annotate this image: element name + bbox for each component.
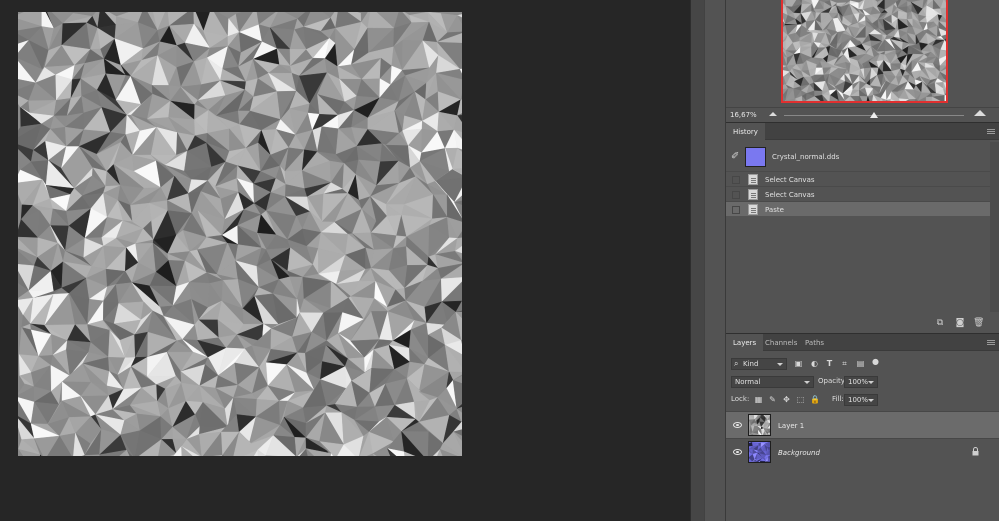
crystal-texture-image	[18, 12, 462, 456]
tab-paths[interactable]: Paths	[798, 334, 831, 352]
history-source-checkbox[interactable]	[732, 176, 740, 184]
history-source-checkbox[interactable]	[732, 206, 740, 214]
filter-pixel-icon[interactable]: ▣	[794, 359, 803, 368]
layer-blend-row: Normal Opacity: 100%	[726, 373, 999, 391]
fill-input[interactable]: 100%	[844, 394, 878, 406]
fill-label: Fill:	[832, 395, 844, 403]
filter-type-icon[interactable]: T	[825, 359, 834, 368]
filter-toggle-icon[interactable]: ●	[871, 357, 880, 366]
panel-separator	[690, 0, 704, 521]
eye-icon[interactable]	[733, 422, 742, 428]
layers-tabbar: Layers Channels Paths	[726, 333, 999, 352]
opacity-value: 100%	[848, 378, 869, 386]
history-state-icon	[748, 204, 758, 215]
lock-position-icon[interactable]: ✥	[782, 395, 791, 404]
layer-lock-row: Lock: ▦ ✎ ✥ ⬚ 🔒 Fill: 100%	[726, 391, 999, 409]
lock-label: Lock:	[731, 395, 750, 403]
lock-image-pixels-icon[interactable]: ✎	[768, 395, 777, 404]
collapsed-panel-dock[interactable]	[704, 0, 726, 521]
layer-name[interactable]: Layer 1	[778, 422, 804, 430]
history-step-label: Paste	[765, 206, 784, 214]
chevron-down-icon	[868, 381, 874, 384]
trash-icon[interactable]: 🗑	[973, 319, 984, 328]
search-icon: ⌕	[734, 359, 739, 368]
history-tabbar: History	[726, 122, 999, 141]
zoom-slider-thumb[interactable]	[870, 112, 878, 118]
snapshot-thumbnail	[745, 147, 766, 167]
layer-row-layer-1[interactable]: Layer 1	[726, 411, 999, 438]
layers-menu-icon[interactable]	[987, 340, 995, 345]
history-step[interactable]: Select Canvas	[726, 171, 990, 186]
layer-thumbnail	[748, 441, 771, 463]
history-footer: ⧉ ◙ 🗑	[726, 315, 999, 333]
snapshot-label: Crystal_normal.dds	[772, 153, 840, 161]
history-scrollbar[interactable]	[990, 142, 999, 312]
layer-row-background[interactable]: Background	[726, 438, 999, 465]
lock-artboard-icon[interactable]: ⬚	[796, 395, 805, 404]
zoom-out-icon[interactable]	[769, 112, 777, 116]
navigator-preview-image	[781, 0, 948, 103]
history-source-checkbox[interactable]	[732, 191, 740, 199]
tab-history[interactable]: History	[726, 123, 765, 141]
chevron-down-icon	[804, 381, 810, 384]
history-state-icon	[748, 189, 758, 200]
blend-mode-value: Normal	[735, 378, 761, 386]
right-panel-stack: 16,67% History ✐ Crystal_normal.dds Sele…	[726, 0, 999, 521]
new-document-from-state-icon[interactable]: ⧉	[935, 319, 945, 328]
document-canvas[interactable]	[18, 12, 462, 456]
layer-thumbnail-image	[749, 415, 770, 435]
lock-all-icon[interactable]: 🔒	[810, 395, 820, 404]
document-workspace[interactable]	[0, 0, 690, 521]
opacity-label: Opacity:	[818, 377, 847, 385]
zoom-level-input[interactable]: 16,67%	[730, 111, 757, 119]
filter-shape-icon[interactable]: ⌗	[840, 359, 849, 368]
history-snapshot[interactable]: ✐ Crystal_normal.dds	[726, 145, 999, 169]
opacity-input[interactable]: 100%	[844, 376, 878, 388]
zoom-in-icon[interactable]	[974, 110, 986, 116]
chevron-down-icon	[777, 363, 783, 366]
history-step[interactable]: Select Canvas	[726, 186, 990, 201]
history-menu-icon[interactable]	[987, 129, 995, 134]
fill-value: 100%	[848, 396, 869, 404]
blend-mode-select[interactable]: Normal	[731, 376, 814, 388]
history-step-label: Select Canvas	[765, 191, 815, 199]
layers-panel: ⌕ Kind ▣ ◐ T ⌗ ▤ ● Normal Opacity: 100%	[726, 351, 999, 521]
history-brush-icon[interactable]: ✐	[731, 152, 739, 162]
chevron-down-icon	[868, 399, 874, 402]
layer-name[interactable]: Background	[778, 449, 820, 457]
history-step-current[interactable]: Paste	[726, 201, 990, 216]
new-snapshot-icon[interactable]: ◙	[955, 319, 965, 328]
layer-thumbnail	[748, 414, 771, 436]
eye-icon[interactable]	[733, 449, 742, 455]
history-state-icon	[748, 174, 758, 185]
layer-kind-filter[interactable]: ⌕ Kind	[731, 358, 787, 370]
layer-kind-label: Kind	[743, 360, 759, 368]
navigator-preview[interactable]	[781, 0, 948, 103]
navigator-panel: 16,67%	[726, 0, 999, 122]
lock-icon	[972, 447, 979, 456]
filter-smart-object-icon[interactable]: ▤	[856, 359, 865, 368]
layer-thumbnail-image	[749, 442, 770, 462]
history-step-label: Select Canvas	[765, 176, 815, 184]
navigator-zoom-row: 16,67%	[726, 107, 999, 122]
lock-transparent-pixels-icon[interactable]: ▦	[754, 395, 763, 404]
history-panel: ✐ Crystal_normal.dds Select Canvas Selec…	[726, 140, 999, 315]
layer-filter-row: ⌕ Kind ▣ ◐ T ⌗ ▤ ●	[726, 355, 999, 373]
filter-adjustment-icon[interactable]: ◐	[810, 359, 819, 368]
